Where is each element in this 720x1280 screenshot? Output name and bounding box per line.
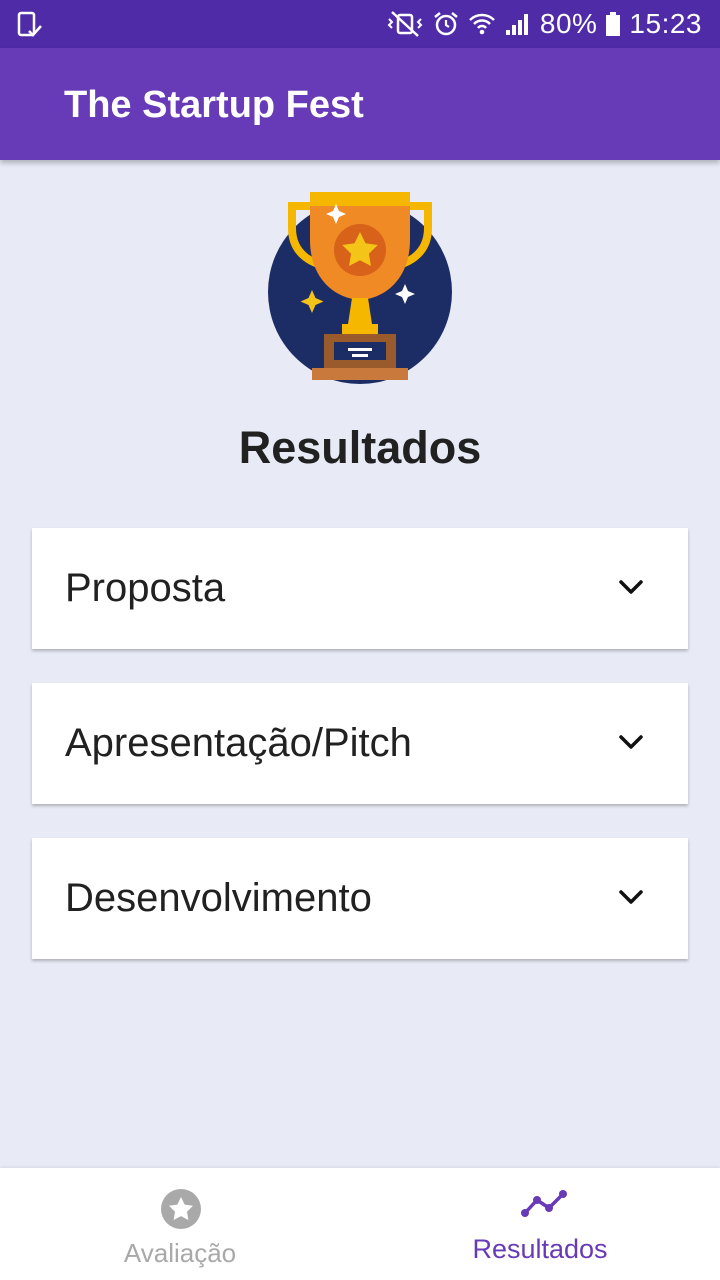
- alarm-icon: [432, 10, 460, 38]
- chevron-down-icon[interactable]: [618, 733, 644, 756]
- signal-icon: [504, 10, 532, 38]
- page-title: Resultados: [238, 422, 482, 473]
- chevron-down-icon[interactable]: [618, 888, 644, 911]
- nav-label: Avaliação: [123, 1238, 237, 1268]
- battery-percent: 80%: [539, 8, 598, 39]
- nav-label: Resultados: [472, 1234, 608, 1264]
- app-title: The Startup Fest: [64, 84, 364, 126]
- nav-item-resultados[interactable]: Resultados: [360, 1168, 720, 1280]
- section-proposta[interactable]: Proposta: [32, 528, 688, 649]
- trend-line-icon: [520, 1188, 568, 1225]
- bottom-navigation: Avaliação Resultados: [0, 1168, 720, 1280]
- vibrate-mute-icon: [386, 10, 424, 38]
- section-label: Apresentação/Pitch: [65, 721, 412, 765]
- app-bar: The Startup Fest: [0, 48, 720, 160]
- status-bar: 80% 15:23: [0, 0, 720, 48]
- wifi-icon: [468, 10, 496, 38]
- section-apresentacao-pitch[interactable]: Apresentação/Pitch: [32, 683, 688, 804]
- section-label: Desenvolvimento: [65, 876, 372, 920]
- chevron-down-icon[interactable]: [618, 578, 644, 601]
- clock: 15:23: [629, 8, 702, 39]
- screenshot-icon: [16, 11, 44, 44]
- star-icon: [160, 1188, 202, 1235]
- nav-item-avaliacao[interactable]: Avaliação: [0, 1168, 360, 1280]
- section-label: Proposta: [65, 566, 226, 610]
- battery-icon: [605, 10, 621, 38]
- trophy-icon: [268, 192, 452, 384]
- section-desenvolvimento[interactable]: Desenvolvimento: [32, 838, 688, 959]
